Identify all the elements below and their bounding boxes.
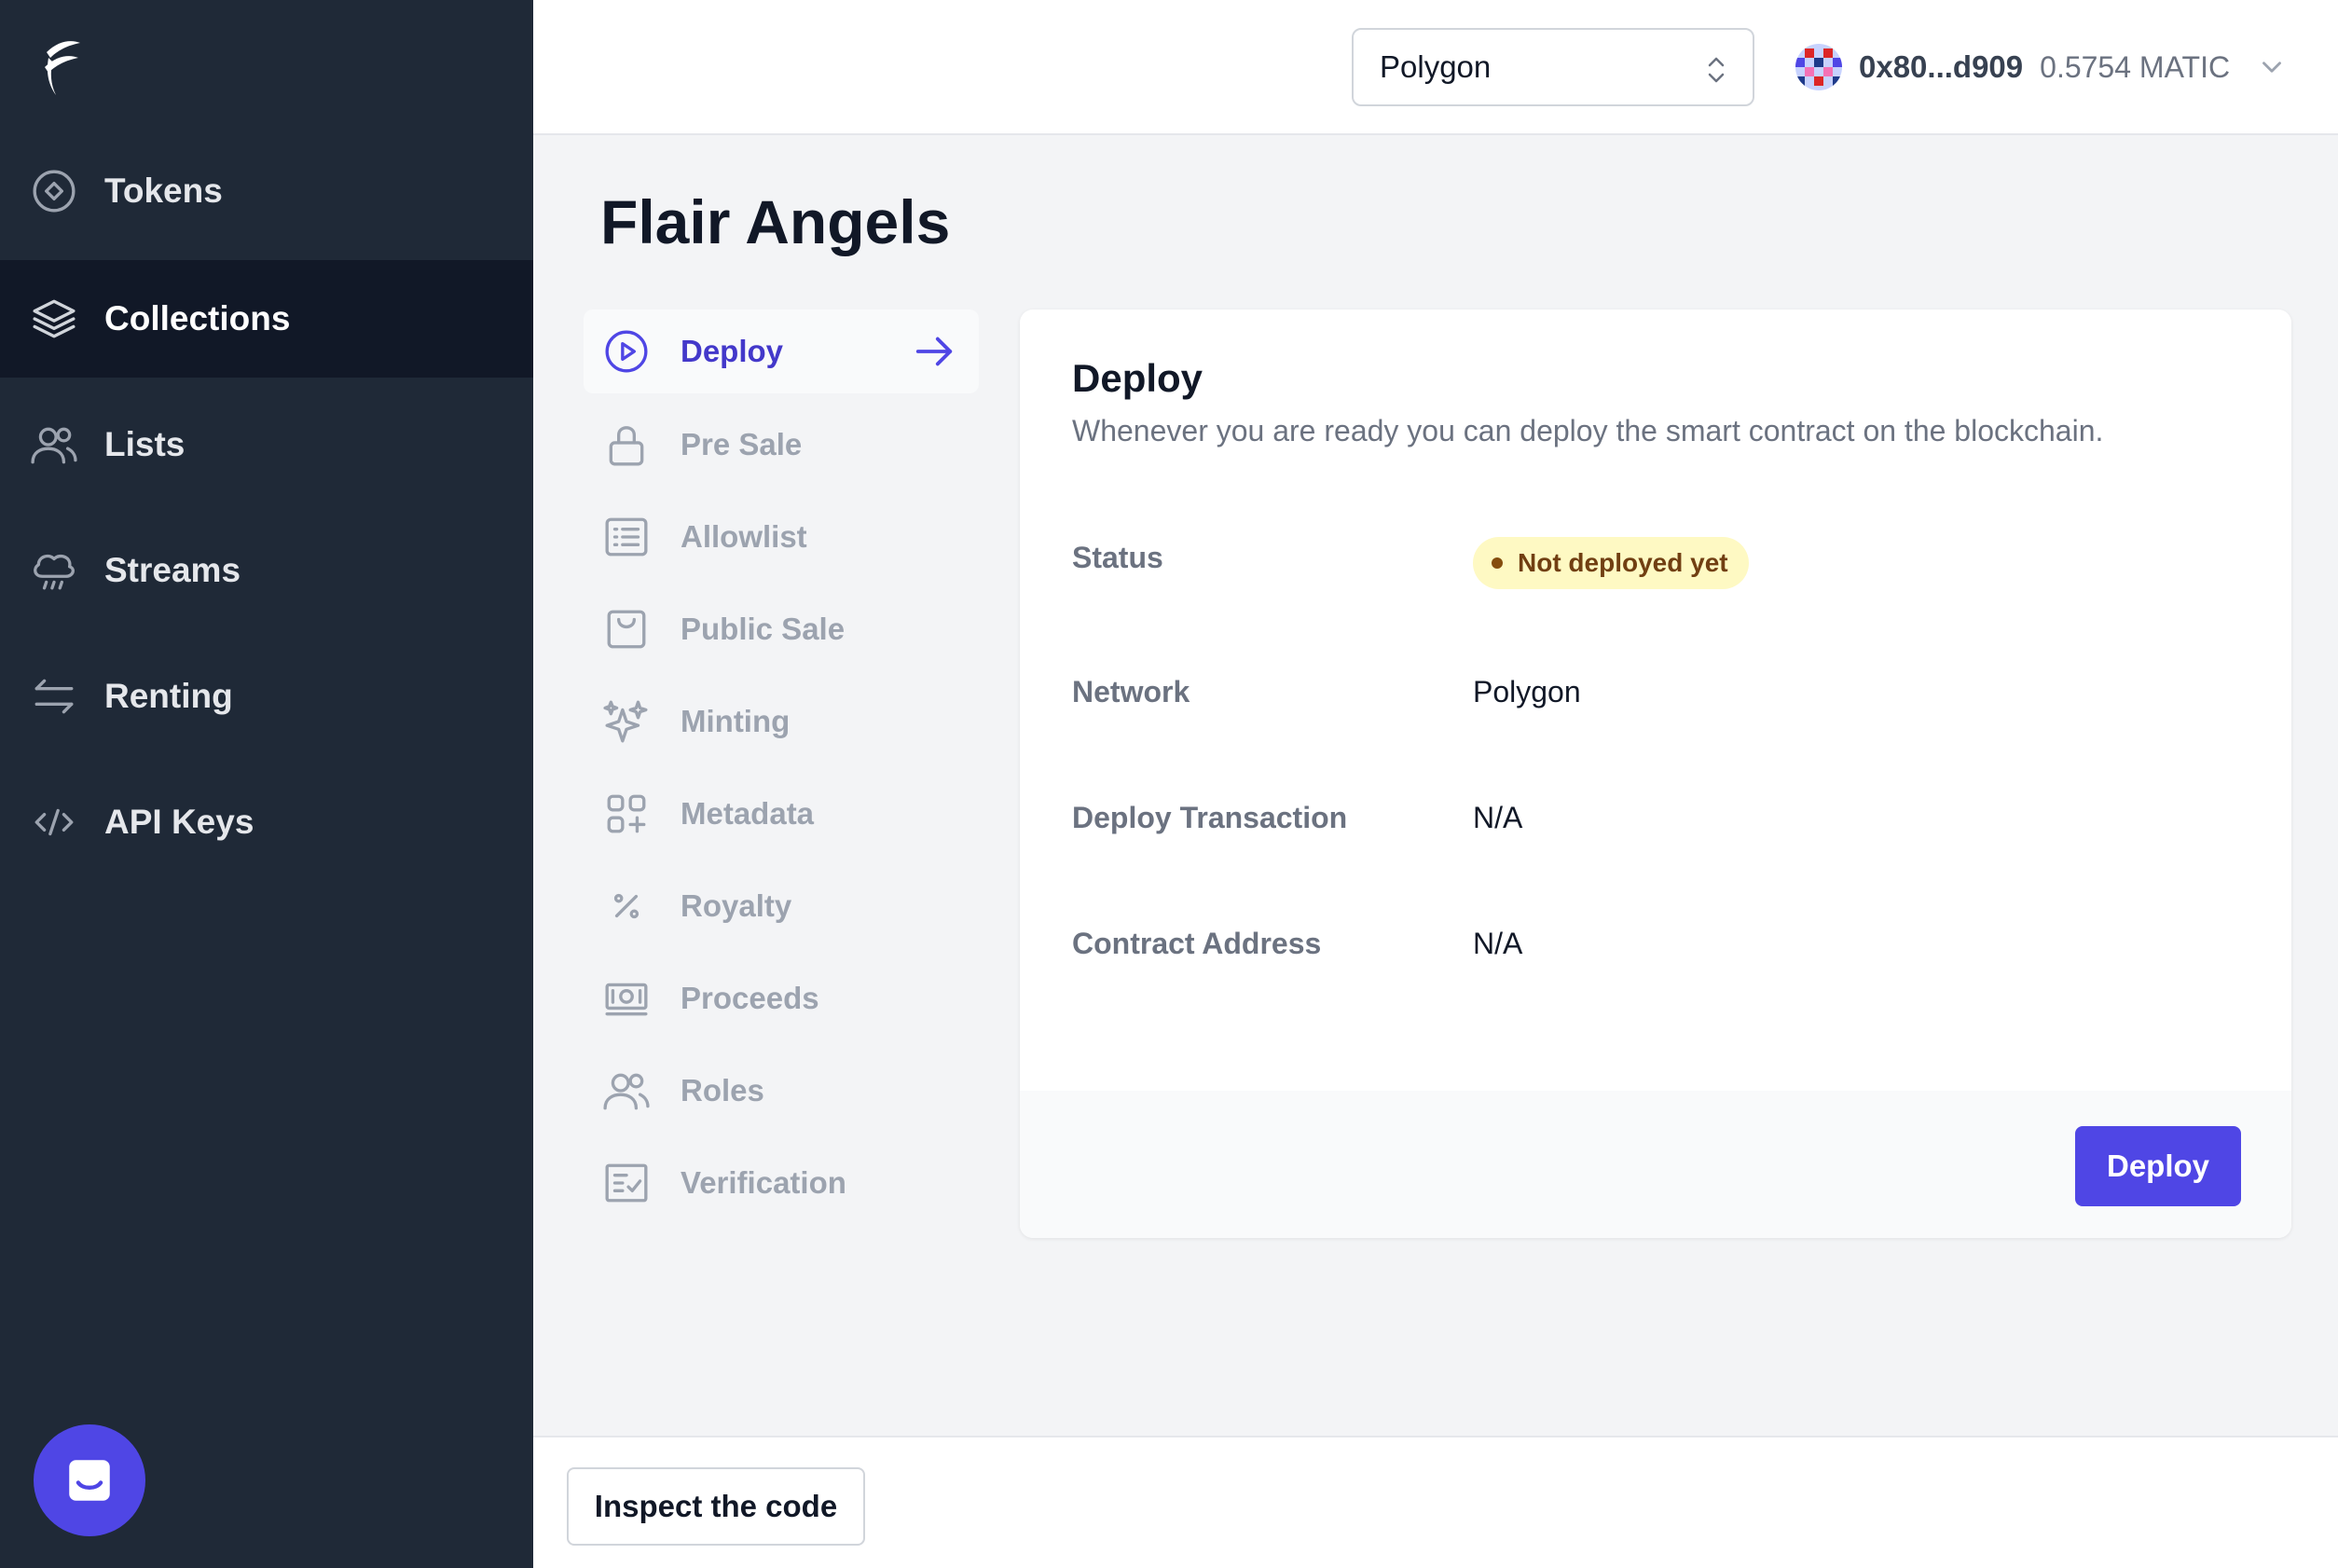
deploy-button[interactable]: Deploy	[2075, 1126, 2241, 1206]
subnav-item-allowlist[interactable]: Allowlist	[584, 495, 979, 579]
sidebar-item-label: API Keys	[104, 803, 254, 841]
subnav-item-label: Metadata	[681, 796, 815, 831]
wallet-balance: 0.5754 MATIC	[2040, 49, 2231, 84]
chat-launcher-button[interactable]	[34, 1424, 145, 1536]
subnav-item-royalty[interactable]: Royalty	[584, 864, 979, 948]
status-dot-icon	[1492, 557, 1503, 569]
network-select[interactable]: Polygon	[1352, 28, 1754, 106]
network-select-value: Polygon	[1380, 49, 1492, 84]
subnav-item-public-sale[interactable]: Public Sale	[584, 587, 979, 671]
subnav-item-deploy[interactable]: Deploy	[584, 309, 979, 393]
cloud-rain-icon	[30, 546, 78, 595]
subnav-item-label: Royalty	[681, 888, 792, 923]
subnav-item-label: Public Sale	[681, 612, 846, 646]
sidebar-item-label: Streams	[104, 551, 241, 589]
list-icon	[602, 513, 651, 561]
wallet-menu[interactable]: 0x80...d909 0.5754 MATIC	[1795, 41, 2288, 93]
flair-logo[interactable]	[37, 35, 89, 99]
network-label: Network	[1072, 675, 1190, 708]
card-description: Whenever you are ready you can deploy th…	[1072, 414, 2104, 447]
deploy-transaction-value: N/A	[1473, 801, 1523, 834]
code-icon	[30, 798, 78, 846]
sidebar-item-tokens[interactable]: Tokens	[0, 132, 533, 250]
subnav-item-verification[interactable]: Verification	[584, 1141, 979, 1225]
top-bar: Polygon 0x80...d909 0.5754 MATIC	[533, 0, 2338, 135]
subnav-item-label: Pre Sale	[681, 427, 803, 461]
sidebar-item-streams[interactable]: Streams	[0, 512, 533, 629]
deploy-transaction-label: Deploy Transaction	[1072, 801, 1348, 834]
cash-icon	[602, 974, 651, 1023]
subnav-item-label: Proceeds	[681, 981, 819, 1015]
status-label: Status	[1072, 541, 1163, 574]
switch-arrows-icon	[30, 672, 78, 721]
token-icon	[30, 167, 78, 215]
users-icon	[30, 420, 78, 469]
sidebar-item-lists[interactable]: Lists	[0, 386, 533, 503]
lock-icon	[602, 420, 651, 469]
sidebar: Tokens Collections Lists Streams Renting…	[0, 0, 533, 1568]
play-circle-icon	[602, 327, 651, 376]
subnav-item-label: Verification	[681, 1165, 846, 1200]
chat-icon	[69, 1460, 110, 1501]
status-badge: Not deployed yet	[1473, 537, 1749, 589]
subnav-item-pre-sale[interactable]: Pre Sale	[584, 403, 979, 487]
contract-address-label: Contract Address	[1072, 927, 1322, 960]
status-badge-text: Not deployed yet	[1518, 548, 1728, 577]
page-title: Flair Angels	[600, 187, 951, 256]
card-title: Deploy	[1072, 356, 1203, 400]
sidebar-item-label: Renting	[104, 677, 233, 715]
network-value: Polygon	[1473, 675, 1581, 708]
subnav-item-label: Allowlist	[681, 519, 807, 554]
subnav-item-label: Minting	[681, 704, 791, 738]
sidebar-item-collections[interactable]: Collections	[0, 260, 533, 378]
wallet-address: 0x80...d909	[1859, 49, 2024, 84]
shopping-bag-icon	[602, 605, 651, 653]
subnav-item-proceeds[interactable]: Proceeds	[584, 956, 979, 1040]
subnav-item-metadata[interactable]: Metadata	[584, 772, 979, 856]
subnav-item-roles[interactable]: Roles	[584, 1049, 979, 1133]
avatar	[1795, 44, 1842, 90]
bottom-bar: Inspect the code	[533, 1436, 2338, 1568]
deploy-card: Deploy Whenever you are ready you can de…	[1020, 309, 2291, 1238]
inspect-code-button[interactable]: Inspect the code	[567, 1467, 865, 1546]
subnav-item-label: Roles	[681, 1073, 764, 1107]
subnav-item-minting[interactable]: Minting	[584, 680, 979, 763]
sidebar-item-api-keys[interactable]: API Keys	[0, 763, 533, 881]
users-icon	[602, 1066, 651, 1115]
stack-icon	[30, 295, 78, 343]
checklist-icon	[602, 1159, 651, 1207]
sidebar-item-renting[interactable]: Renting	[0, 638, 533, 755]
sidebar-item-label: Lists	[104, 425, 186, 463]
percent-icon	[602, 882, 651, 930]
select-chevrons-icon	[1708, 57, 1725, 83]
chevron-down-icon	[2262, 62, 2281, 73]
sparkles-icon	[602, 697, 651, 746]
grid-plus-icon	[602, 790, 651, 838]
contract-address-value: N/A	[1473, 927, 1523, 960]
card-footer: Deploy	[1020, 1091, 2291, 1238]
sidebar-item-label: Collections	[104, 299, 291, 337]
sidebar-item-label: Tokens	[104, 172, 223, 210]
subnav-item-label: Deploy	[681, 334, 784, 368]
arrow-right-icon	[915, 337, 953, 366]
